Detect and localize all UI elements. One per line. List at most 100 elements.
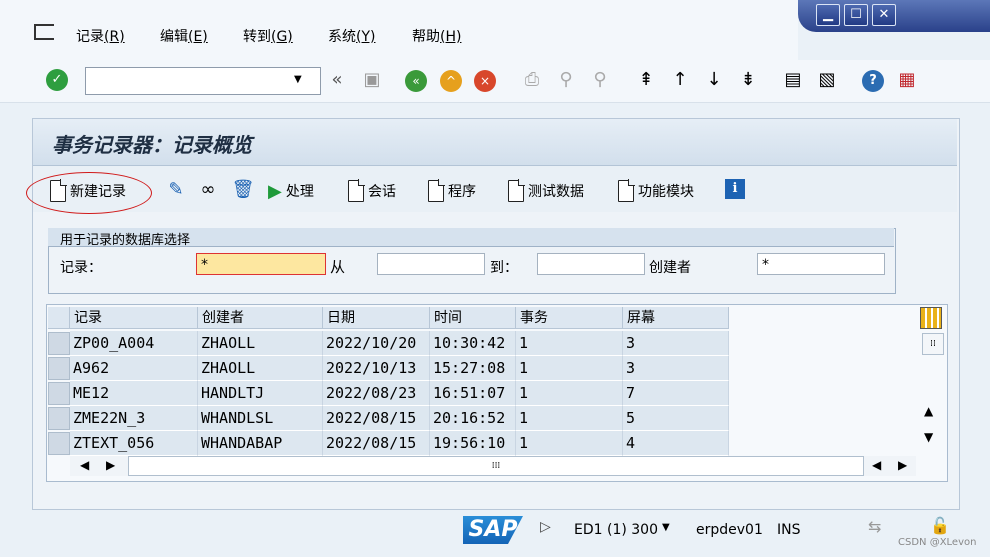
column-header-date[interactable]: 日期	[323, 307, 430, 329]
function-module-button[interactable]: 功能模块	[618, 178, 694, 204]
edit-pencil-icon[interactable]: ✎	[164, 178, 188, 202]
maximize-icon[interactable]: ☐	[844, 4, 868, 26]
table-cell[interactable]: 2022/10/13	[323, 356, 430, 381]
table-cell[interactable]: 1	[516, 356, 623, 381]
display-glasses-icon[interactable]: ∞	[196, 178, 220, 202]
row-selector[interactable]	[48, 357, 70, 380]
program-button[interactable]: 程序	[428, 178, 476, 204]
table-cell[interactable]: 16:51:07	[430, 381, 516, 406]
find-next-icon[interactable]: ⚲	[588, 68, 612, 92]
row-selector[interactable]	[48, 407, 70, 430]
system-info[interactable]: ED1 (1) 300	[574, 522, 658, 538]
collapse-icon[interactable]: «	[325, 68, 349, 92]
table-cell[interactable]: ZME22N_3	[70, 406, 198, 431]
table-cell[interactable]: 4	[623, 431, 729, 456]
menu-goto[interactable]: 转到(G)	[243, 26, 293, 46]
table-cell[interactable]: WHANDLSL	[198, 406, 323, 431]
system-dropdown-icon[interactable]: ▼	[662, 522, 670, 533]
lock-icon[interactable]: 🔓	[930, 516, 950, 535]
select-all-header[interactable]	[48, 307, 70, 329]
scroll-down-icon[interactable]: ▼	[924, 430, 933, 444]
table-cell[interactable]: 10:30:42	[430, 331, 516, 356]
table-settings-icon[interactable]	[920, 307, 942, 329]
scroll-far-right-icon[interactable]: ▶	[898, 458, 907, 472]
shortcut-icon[interactable]: ▧	[815, 68, 839, 92]
chevron-down-icon[interactable]: ▼	[294, 74, 302, 85]
test-data-button[interactable]: 测试数据	[508, 178, 584, 204]
next-page-icon[interactable]: ↓	[702, 68, 726, 92]
cancel-icon[interactable]: ×	[474, 70, 496, 92]
save-icon[interactable]: ▣	[360, 68, 384, 92]
from-input[interactable]	[377, 253, 485, 275]
table-cell[interactable]: 2022/08/23	[323, 381, 430, 406]
row-selector[interactable]	[48, 382, 70, 405]
creator-input[interactable]: *	[757, 253, 885, 275]
scroll-up-icon[interactable]: ▲	[924, 404, 933, 418]
command-field[interactable]	[85, 67, 321, 95]
scroll-left-icon[interactable]: ◀	[80, 458, 89, 472]
table-cell[interactable]: WHANDABAP	[198, 431, 323, 456]
insert-mode[interactable]: INS	[777, 522, 801, 538]
menu-edit[interactable]: 编辑(E)	[160, 26, 208, 46]
execute-icon: ▶	[268, 180, 282, 202]
table-cell[interactable]: 2022/10/20	[323, 331, 430, 356]
customize-layout-icon[interactable]: ▦	[895, 68, 919, 92]
horizontal-scroll-thumb[interactable]: ⁞⁞⁞	[128, 456, 864, 476]
table-cell[interactable]: 3	[623, 356, 729, 381]
print-icon[interactable]: ⎙	[520, 68, 544, 92]
enter-icon[interactable]: ✓	[46, 69, 68, 91]
column-header-record[interactable]: 记录	[70, 307, 198, 329]
table-cell[interactable]: HANDLTJ	[198, 381, 323, 406]
back-icon[interactable]: «	[405, 70, 427, 92]
from-label: 从	[330, 258, 346, 276]
column-header-transaction[interactable]: 事务	[516, 307, 623, 329]
table-cell[interactable]: 19:56:10	[430, 431, 516, 456]
menu-help[interactable]: 帮助(H)	[412, 26, 461, 46]
close-icon[interactable]: ✕	[872, 4, 896, 26]
to-input[interactable]	[537, 253, 645, 275]
scroll-right-icon[interactable]: ▶	[106, 458, 115, 472]
column-header-screen[interactable]: 屏幕	[623, 307, 729, 329]
table-cell[interactable]: ME12	[70, 381, 198, 406]
table-cell[interactable]: 1	[516, 331, 623, 356]
info-icon[interactable]: i	[725, 179, 745, 199]
table-cell[interactable]: 20:16:52	[430, 406, 516, 431]
table-cell[interactable]: 7	[623, 381, 729, 406]
table-cell[interactable]: ZHAOLL	[198, 356, 323, 381]
help-icon[interactable]: ?	[862, 70, 884, 92]
find-icon[interactable]: ⚲	[554, 68, 578, 92]
table-cell[interactable]: 2022/08/15	[323, 406, 430, 431]
table-cell[interactable]: ZP00_A004	[70, 331, 198, 356]
table-cell[interactable]: ZHAOLL	[198, 331, 323, 356]
table-cell[interactable]: 15:27:08	[430, 356, 516, 381]
row-selector[interactable]	[48, 432, 70, 455]
status-expand-icon[interactable]: ▷	[540, 519, 551, 535]
table-cell[interactable]: 2022/08/15	[323, 431, 430, 456]
record-input[interactable]: *	[196, 253, 326, 275]
new-session-icon[interactable]: ▤	[781, 68, 805, 92]
process-button[interactable]: ▶ 处理	[268, 178, 314, 204]
session-button[interactable]: 会话	[348, 178, 396, 204]
table-cell[interactable]: A962	[70, 356, 198, 381]
table-cell[interactable]: 1	[516, 381, 623, 406]
row-selector[interactable]	[48, 332, 70, 355]
minimize-icon[interactable]: ▁	[816, 4, 840, 26]
table-cell[interactable]: 3	[623, 331, 729, 356]
table-cell[interactable]: ZTEXT_056	[70, 431, 198, 456]
last-page-icon[interactable]: ⇟	[736, 68, 760, 92]
table-cell[interactable]: 5	[623, 406, 729, 431]
menu-icon[interactable]	[34, 24, 54, 40]
first-page-icon[interactable]: ⇞	[634, 68, 658, 92]
menu-record[interactable]: 记录(R)	[76, 26, 125, 46]
column-header-creator[interactable]: 创建者	[198, 307, 323, 329]
delete-icon[interactable]: 🗑	[231, 178, 255, 202]
exit-icon[interactable]: ^	[440, 70, 462, 92]
table-cell[interactable]: 1	[516, 406, 623, 431]
scroll-far-left-icon[interactable]: ◀	[872, 458, 881, 472]
vertical-scroll-handle[interactable]: ⁞⁞	[922, 333, 944, 355]
menu-system[interactable]: 系统(Y)	[328, 26, 375, 46]
column-header-time[interactable]: 时间	[430, 307, 516, 329]
document-icon	[508, 179, 525, 202]
table-cell[interactable]: 1	[516, 431, 623, 456]
previous-page-icon[interactable]: ↑	[668, 68, 692, 92]
